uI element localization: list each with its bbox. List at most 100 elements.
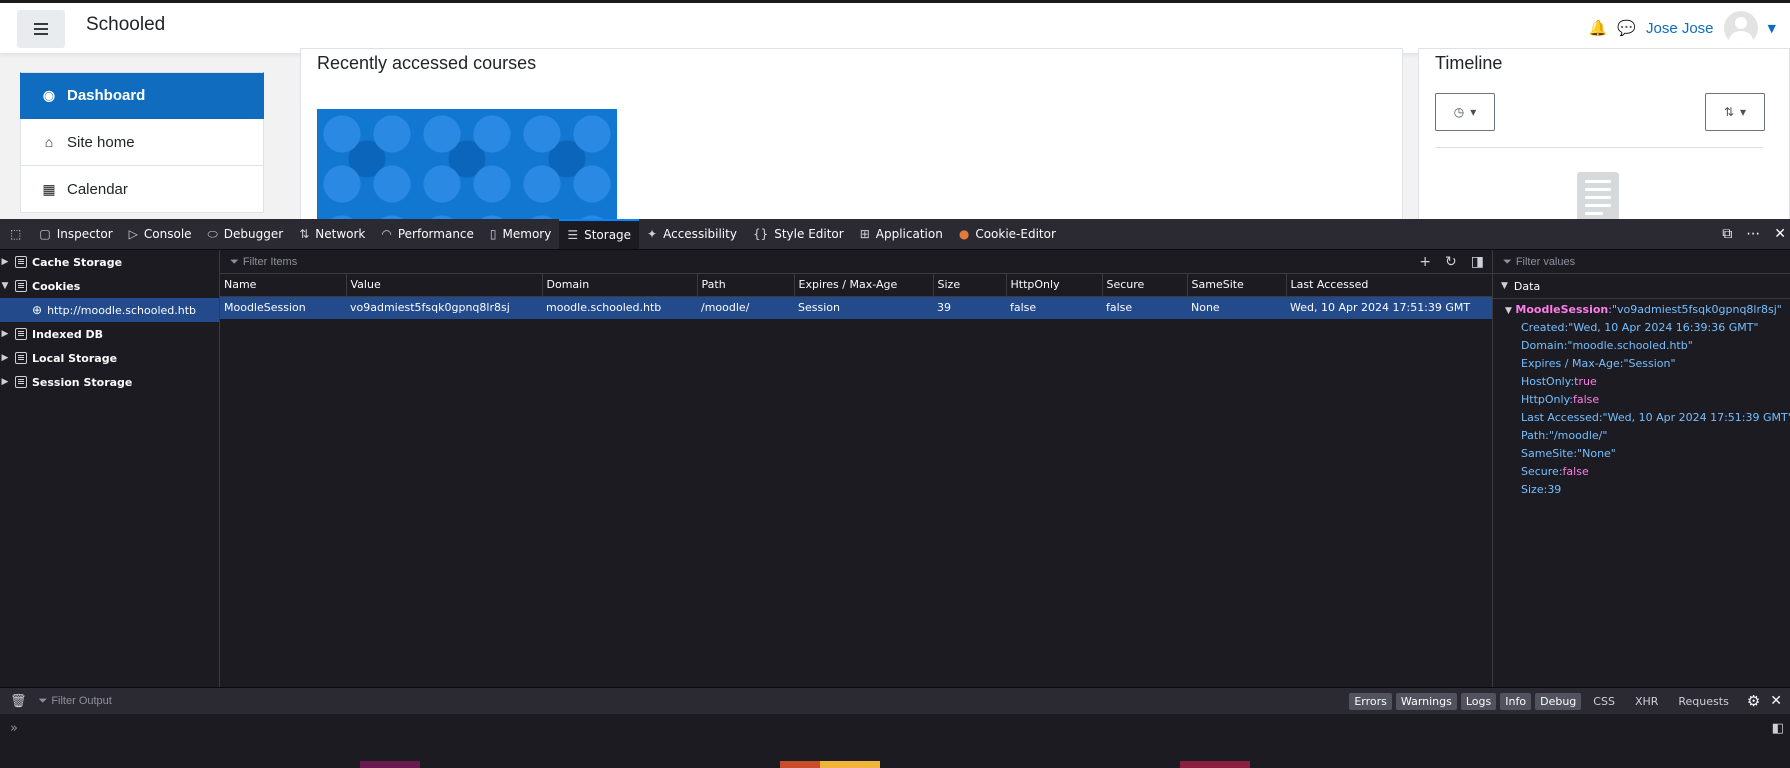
column-header[interactable]: Secure [1102, 274, 1188, 297]
data-section-header[interactable]: ▼ Data [1493, 274, 1790, 299]
bell-icon[interactable]: 🔔 [1589, 19, 1608, 37]
avatar[interactable] [1723, 11, 1758, 45]
detail-property[interactable]: Created:"Wed, 10 Apr 2024 16:39:36 GMT" [1493, 319, 1790, 337]
tab-inspector[interactable]: ▢ Inspector [31, 219, 120, 249]
add-item-icon[interactable]: + [1419, 254, 1431, 270]
tab-label: Cookie-Editor [975, 227, 1056, 241]
tab-accessibility[interactable]: ✦ Accessibility [639, 219, 745, 249]
log-level-debug[interactable]: Debug [1535, 692, 1582, 710]
drawer-item-dashboard[interactable]: ◉ Dashboard [20, 72, 264, 119]
timeline-title: Timeline [1435, 53, 1503, 73]
log-filter-requests[interactable]: Requests [1670, 693, 1736, 710]
table-cell[interactable]: MoodleSession [220, 296, 346, 319]
column-header[interactable]: Domain [542, 274, 698, 297]
close-icon[interactable]: ✕ [1770, 693, 1782, 709]
table-cell[interactable]: vo9admiest5fsqk0gpnq8lr8sj [346, 296, 542, 319]
chevron-down-icon: ▾ [1740, 105, 1747, 119]
tab-memory[interactable]: ▯ Memory [482, 219, 559, 249]
log-filter-xhr[interactable]: XHR [1627, 693, 1666, 710]
log-level-logs[interactable]: Logs [1460, 692, 1497, 710]
tree-item-session-storage[interactable]: ▶ Session Storage [0, 370, 219, 394]
console-input[interactable]: » ◧ [0, 713, 1790, 743]
column-header[interactable]: Expires / Max-Age [794, 274, 934, 297]
column-header[interactable]: Value [346, 274, 543, 297]
table-cell[interactable]: /moodle/ [697, 296, 794, 319]
column-header[interactable]: Last Accessed [1286, 274, 1492, 297]
split-console-icon[interactable]: ◧ [1772, 721, 1784, 736]
database-icon [15, 352, 27, 364]
close-icon[interactable]: ✕ [1774, 226, 1786, 242]
log-level-errors[interactable]: Errors [1349, 692, 1392, 710]
menu-toggle-button[interactable] [17, 10, 65, 48]
settings-icon[interactable]: ⚙ [1741, 692, 1766, 710]
table-cell[interactable]: None [1187, 296, 1286, 319]
tab-storage[interactable]: ☰ Storage [559, 219, 640, 249]
toggle-sidebar-icon[interactable]: ◨ [1471, 254, 1484, 270]
tree-item-indexed-db[interactable]: ▶ Indexed DB [0, 322, 219, 346]
column-header[interactable]: SameSite [1187, 274, 1287, 297]
tree-item-cache-storage[interactable]: ▶ Cache Storage [0, 250, 219, 274]
calendar-icon: ▦ [42, 180, 56, 197]
detail-property[interactable]: HostOnly:true [1493, 373, 1790, 391]
timeline-sort-button[interactable]: ⇅ ▾ [1705, 93, 1765, 131]
trash-icon[interactable]: 🗑 [0, 694, 33, 709]
site-name[interactable]: Schooled [86, 14, 165, 36]
tab-network[interactable]: ⇅ Network [291, 219, 373, 249]
tab-performance[interactable]: ◠ Performance [373, 219, 482, 249]
filter-output-input[interactable] [47, 694, 454, 708]
detail-property[interactable]: Path:"/moodle/" [1493, 427, 1790, 445]
detail-root[interactable]: ▼ MoodleSession:"vo9admiest5fsqk0gpnq8lr… [1493, 301, 1790, 319]
table-row[interactable]: MoodleSession vo9admiest5fsqk0gpnq8lr8sj… [220, 296, 1492, 319]
detail-property[interactable]: HttpOnly:false [1493, 391, 1790, 409]
drawer-item-calendar[interactable]: ▦ Calendar [20, 166, 264, 213]
detail-property[interactable]: Domain:"moodle.schooled.htb" [1493, 337, 1790, 355]
table-cell[interactable]: Wed, 10 Apr 2024 17:51:39 GMT [1286, 296, 1492, 319]
devtools-toolbar: ⬚ ▢ Inspector ▷ Console ⬭ Debugger ⇅ Network… [0, 219, 1790, 250]
log-level-info[interactable]: Info [1500, 692, 1532, 710]
column-header[interactable]: HttpOnly [1006, 274, 1103, 297]
table-header-row: Name Value Domain Path Expires / Max-Age… [220, 274, 1492, 297]
tree-item-cookie-host[interactable]: ⊕ http://moodle.schooled.htb [0, 298, 219, 322]
message-icon[interactable]: 💬 [1617, 19, 1636, 37]
column-header[interactable]: Path [697, 274, 795, 297]
table-cell[interactable]: false [1102, 296, 1187, 319]
tab-application[interactable]: ⊞ Application [852, 219, 951, 249]
column-header[interactable]: Name [220, 274, 347, 297]
tab-cookie-editor[interactable]: ● Cookie-Editor [951, 219, 1064, 249]
detail-property[interactable]: SameSite:"None" [1493, 445, 1790, 463]
log-level-warnings[interactable]: Warnings [1395, 692, 1457, 710]
detail-property[interactable]: Last Accessed:"Wed, 10 Apr 2024 17:51:39… [1493, 409, 1790, 427]
log-filter-css[interactable]: CSS [1585, 693, 1623, 710]
dock-icon[interactable]: ⧉ [1722, 226, 1732, 242]
refresh-icon[interactable]: ↻ [1445, 254, 1457, 270]
chevron-down-icon[interactable]: ▼ [1768, 22, 1776, 35]
filter-items-input[interactable] [238, 254, 1145, 269]
filter-values-input[interactable] [1511, 254, 1758, 269]
storage-tree: ▶ Cache Storage ▼ Cookies ⊕ http://moodle.s… [0, 250, 220, 687]
application-icon: ⊞ [859, 227, 870, 241]
user-name[interactable]: Jose Jose [1646, 20, 1714, 37]
tab-debugger[interactable]: ⬭ Debugger [200, 219, 292, 249]
more-options-icon[interactable]: ⋯ [1746, 226, 1760, 242]
table-cell[interactable]: 39 [933, 296, 1006, 319]
table-cell[interactable]: false [1006, 296, 1102, 319]
detail-property[interactable]: Size:39 [1493, 481, 1790, 499]
tab-style-editor[interactable]: {} Style Editor [745, 219, 852, 249]
detail-property[interactable]: Expires / Max-Age:"Session" [1493, 355, 1790, 373]
table-cell[interactable]: moodle.schooled.htb [542, 296, 697, 319]
chevron-down-icon: ▼ [1505, 306, 1512, 316]
timeline-filter-button[interactable]: ◷ ▾ [1435, 93, 1495, 131]
property-key: Created [1521, 321, 1565, 334]
column-header[interactable]: Size [933, 274, 1007, 297]
tab-label: Console [143, 227, 192, 241]
drawer-item-site-home[interactable]: ⌂ Site home [20, 119, 264, 166]
property-key: Domain [1521, 339, 1564, 352]
property-key: Path [1521, 429, 1546, 442]
tree-item-local-storage[interactable]: ▶ Local Storage [0, 346, 219, 370]
tab-console[interactable]: ▷ Console [121, 219, 200, 249]
element-picker-button[interactable]: ⬚ [0, 219, 31, 249]
tree-item-cookies[interactable]: ▼ Cookies [0, 274, 219, 298]
detail-property[interactable]: Secure:false [1493, 463, 1790, 481]
course-image[interactable] [317, 109, 617, 219]
table-cell[interactable]: Session [794, 296, 933, 319]
